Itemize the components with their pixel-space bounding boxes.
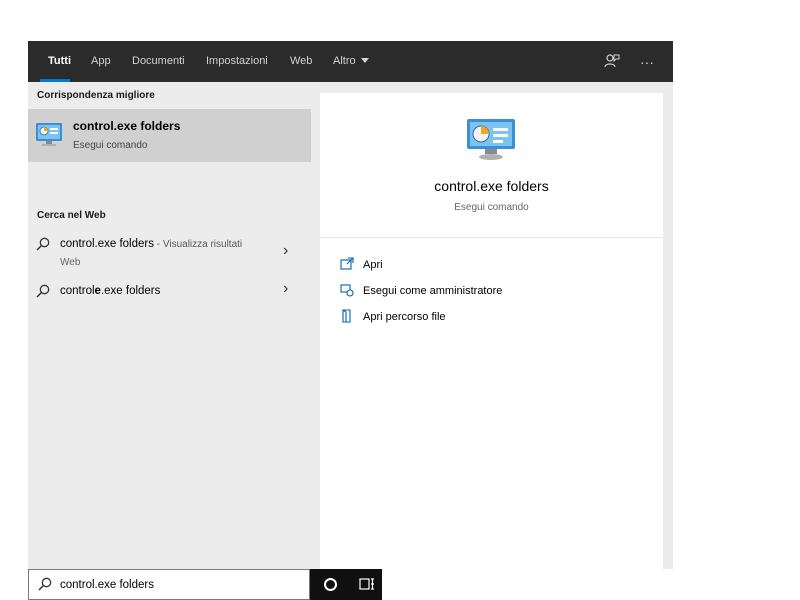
feedback-icon[interactable] bbox=[603, 53, 621, 71]
file-location-icon bbox=[342, 309, 351, 323]
results-list: Corrispondenza migliore control.exe fold… bbox=[28, 82, 311, 569]
web-result-rest: .exe folders bbox=[100, 285, 161, 297]
search-box[interactable] bbox=[28, 569, 310, 600]
run-as-admin-icon bbox=[340, 284, 354, 297]
web-search-heading: Cerca nel Web bbox=[37, 210, 106, 221]
web-result-label: control.exe folders - Visualizza risulta… bbox=[60, 238, 242, 250]
taskbar bbox=[310, 569, 382, 600]
preview-pane: control.exe folders Esegui comando Apri … bbox=[320, 93, 663, 569]
web-result-item[interactable]: controle.exe folders › bbox=[28, 279, 311, 303]
web-result-prefix: control bbox=[60, 285, 95, 297]
best-match-title: control.exe folders bbox=[73, 119, 181, 133]
best-match-item[interactable]: control.exe folders Esegui comando bbox=[28, 109, 311, 162]
preview-title: control.exe folders bbox=[434, 178, 549, 194]
preview-divider bbox=[320, 237, 663, 238]
search-icon bbox=[36, 284, 50, 298]
best-match-subtitle: Esegui comando bbox=[73, 140, 148, 151]
tab-altro[interactable]: Altro bbox=[333, 41, 369, 82]
search-icon bbox=[36, 237, 50, 251]
action-run-as-admin-label: Esegui come amministratore bbox=[363, 285, 503, 297]
search-icon bbox=[38, 577, 52, 591]
chevron-down-icon bbox=[360, 57, 369, 63]
search-input[interactable] bbox=[60, 576, 300, 594]
cortana-icon[interactable] bbox=[324, 578, 337, 591]
preview-subtitle: Esegui comando bbox=[454, 202, 529, 213]
action-file-location[interactable]: Apri percorso file bbox=[340, 307, 540, 327]
task-view-icon[interactable] bbox=[359, 577, 375, 591]
tab-documenti[interactable]: Documenti bbox=[132, 41, 185, 82]
best-match-heading: Corrispondenza migliore bbox=[37, 90, 155, 101]
action-run-as-admin[interactable]: Esegui come amministratore bbox=[340, 281, 540, 301]
web-result-item[interactable]: control.exe folders - Visualizza risulta… bbox=[28, 232, 311, 274]
ellipsis-icon[interactable]: ··· bbox=[638, 53, 656, 71]
control-panel-icon bbox=[36, 123, 62, 146]
web-result-suffix: - Visualizza risultati bbox=[153, 239, 243, 250]
tab-tutti[interactable]: Tutti bbox=[48, 41, 71, 82]
web-result-sublabel: Web bbox=[60, 257, 81, 268]
tab-app[interactable]: App bbox=[91, 41, 111, 82]
chevron-right-icon[interactable]: › bbox=[283, 242, 288, 260]
action-apri[interactable]: Apri bbox=[340, 255, 540, 275]
open-icon bbox=[340, 257, 354, 270]
web-result-label: controle.exe folders bbox=[60, 285, 160, 297]
tab-altro-label: Altro bbox=[333, 55, 356, 67]
action-file-location-label: Apri percorso file bbox=[363, 311, 446, 323]
tab-web[interactable]: Web bbox=[290, 41, 312, 82]
web-result-query: control.exe folders bbox=[60, 238, 154, 250]
start-search-panel: Tutti App Documenti Impostazioni Web Alt… bbox=[28, 41, 673, 569]
chevron-right-icon[interactable]: › bbox=[283, 280, 288, 298]
action-apri-label: Apri bbox=[363, 259, 383, 271]
filter-tab-bar: Tutti App Documenti Impostazioni Web Alt… bbox=[28, 41, 673, 82]
tab-impostazioni[interactable]: Impostazioni bbox=[206, 41, 268, 82]
control-panel-icon bbox=[467, 119, 515, 160]
